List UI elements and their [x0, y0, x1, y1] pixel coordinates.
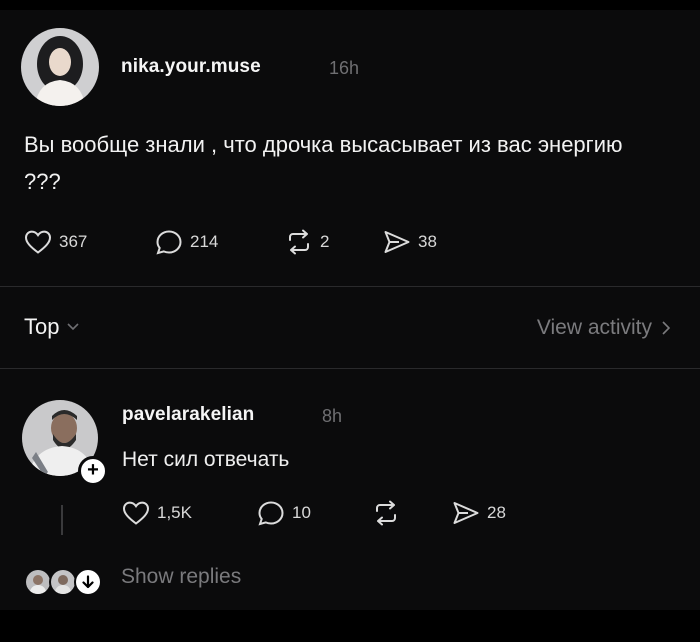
repost-icon: [376, 500, 396, 526]
heart-icon: [122, 501, 150, 525]
sort-label: Top: [24, 314, 60, 339]
sort-dropdown[interactable]: Top: [24, 314, 80, 340]
reply-repost-button[interactable]: [372, 500, 400, 526]
replier-avatar: [24, 568, 52, 596]
divider: [0, 286, 700, 287]
author-username[interactable]: nika.your.muse: [121, 56, 261, 78]
like-button[interactable]: 367: [24, 229, 87, 255]
reply-like-button[interactable]: 1,5K: [122, 500, 192, 526]
comment-icon: [258, 501, 284, 526]
send-icon: [453, 502, 479, 524]
post-text: Вы вообще знали , что дрочка высасывает …: [24, 132, 623, 194]
reply-username[interactable]: pavelarakelian: [122, 404, 254, 426]
view-activity-link[interactable]: View activity: [537, 316, 670, 340]
reply-like-count: 1,5K: [157, 503, 192, 522]
divider: [0, 368, 700, 369]
like-count: 367: [59, 232, 88, 251]
follow-button[interactable]: +: [78, 456, 108, 486]
expand-replies-badge: [74, 568, 102, 596]
reply-comment-button[interactable]: 10: [257, 500, 311, 526]
reply-share-count: 28: [487, 503, 506, 522]
repost-count: 2: [320, 232, 330, 251]
send-icon: [384, 231, 410, 253]
comment-icon: [156, 230, 182, 255]
replier-avatar: [49, 568, 77, 596]
replier-avatars[interactable]: [24, 566, 102, 596]
view-activity-label: View activity: [536, 316, 652, 339]
heart-icon: [24, 230, 52, 254]
arrow-down-icon: [82, 575, 94, 589]
share-button[interactable]: 38: [383, 229, 437, 255]
bottom-frame: [0, 610, 700, 642]
share-count: 38: [418, 232, 437, 251]
repost-button[interactable]: 2: [285, 229, 329, 255]
reply-time: 8h: [322, 406, 343, 426]
author-avatar[interactable]: [21, 28, 99, 106]
thread-line: [61, 505, 63, 535]
reply-share-button[interactable]: 28: [452, 500, 506, 526]
chevron-right-icon: [662, 321, 670, 335]
show-replies-link[interactable]: Show replies: [121, 565, 241, 589]
chevron-down-icon: [67, 323, 80, 331]
reply-comment-count: 10: [292, 503, 311, 522]
repost-icon: [289, 229, 309, 255]
post-time: 16h: [329, 58, 360, 78]
top-frame: [0, 0, 700, 10]
screen: nika.your.muse 16h Вы вообще знали , что…: [0, 0, 700, 642]
comment-button[interactable]: 214: [155, 229, 218, 255]
reply-text: Нет сил отвечать: [122, 448, 290, 471]
comment-count: 214: [190, 232, 219, 251]
